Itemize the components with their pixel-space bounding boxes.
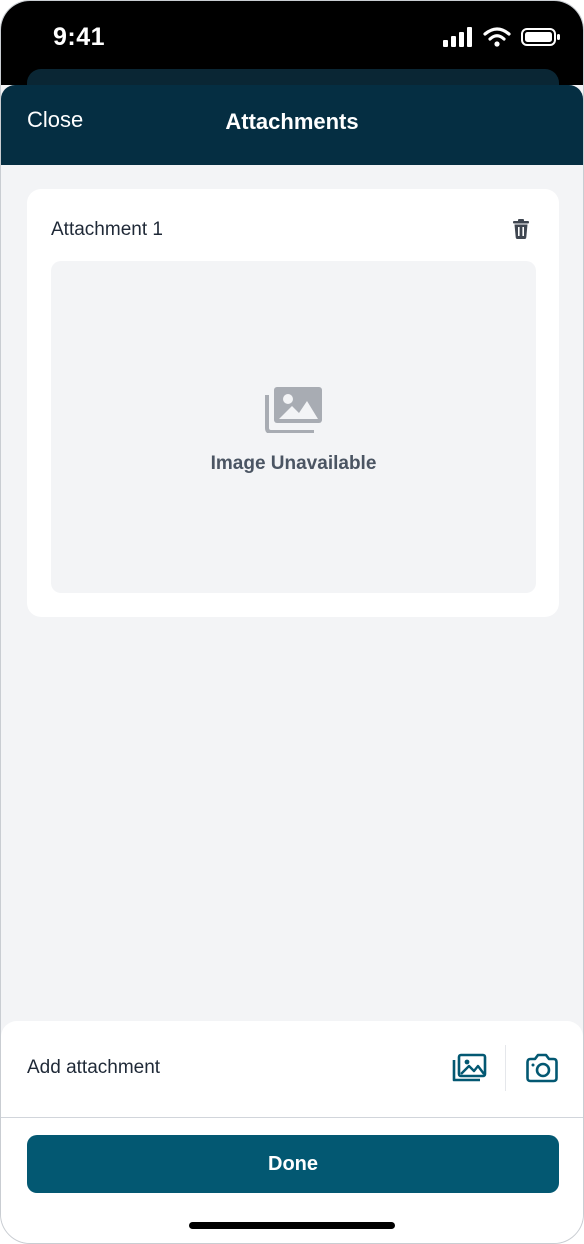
status-time: 9:41 bbox=[53, 23, 106, 51]
attachment-card: Attachment 1 Image Unavailable bbox=[27, 189, 559, 617]
divider bbox=[1, 1117, 583, 1118]
camera-icon bbox=[526, 1053, 558, 1083]
trash-icon bbox=[513, 219, 529, 239]
battery-icon bbox=[521, 28, 560, 46]
wifi-icon bbox=[483, 27, 511, 47]
phone-screen: 9:41 Close Attachments Attachment 1 Imag… bbox=[0, 0, 584, 1244]
home-indicator bbox=[189, 1222, 395, 1229]
bottom-panel: Add attachment Done bbox=[1, 1021, 583, 1243]
add-attachment-label: Add attachment bbox=[27, 1057, 161, 1078]
image-placeholder-icon bbox=[265, 387, 322, 433]
attachment-label: Attachment 1 bbox=[51, 219, 163, 240]
nav-bar: Close Attachments bbox=[1, 85, 583, 165]
add-from-gallery-button[interactable] bbox=[451, 1053, 487, 1088]
divider bbox=[505, 1045, 506, 1091]
take-photo-button[interactable] bbox=[525, 1052, 559, 1089]
page-title: Attachments bbox=[225, 109, 359, 134]
delete-attachment-button[interactable] bbox=[513, 219, 529, 244]
image-placeholder: Image Unavailable bbox=[51, 261, 536, 593]
signal-icon bbox=[443, 27, 472, 47]
gallery-icon bbox=[452, 1053, 487, 1082]
status-icons bbox=[443, 27, 561, 47]
done-button[interactable]: Done bbox=[27, 1135, 559, 1193]
placeholder-text: Image Unavailable bbox=[210, 453, 377, 474]
